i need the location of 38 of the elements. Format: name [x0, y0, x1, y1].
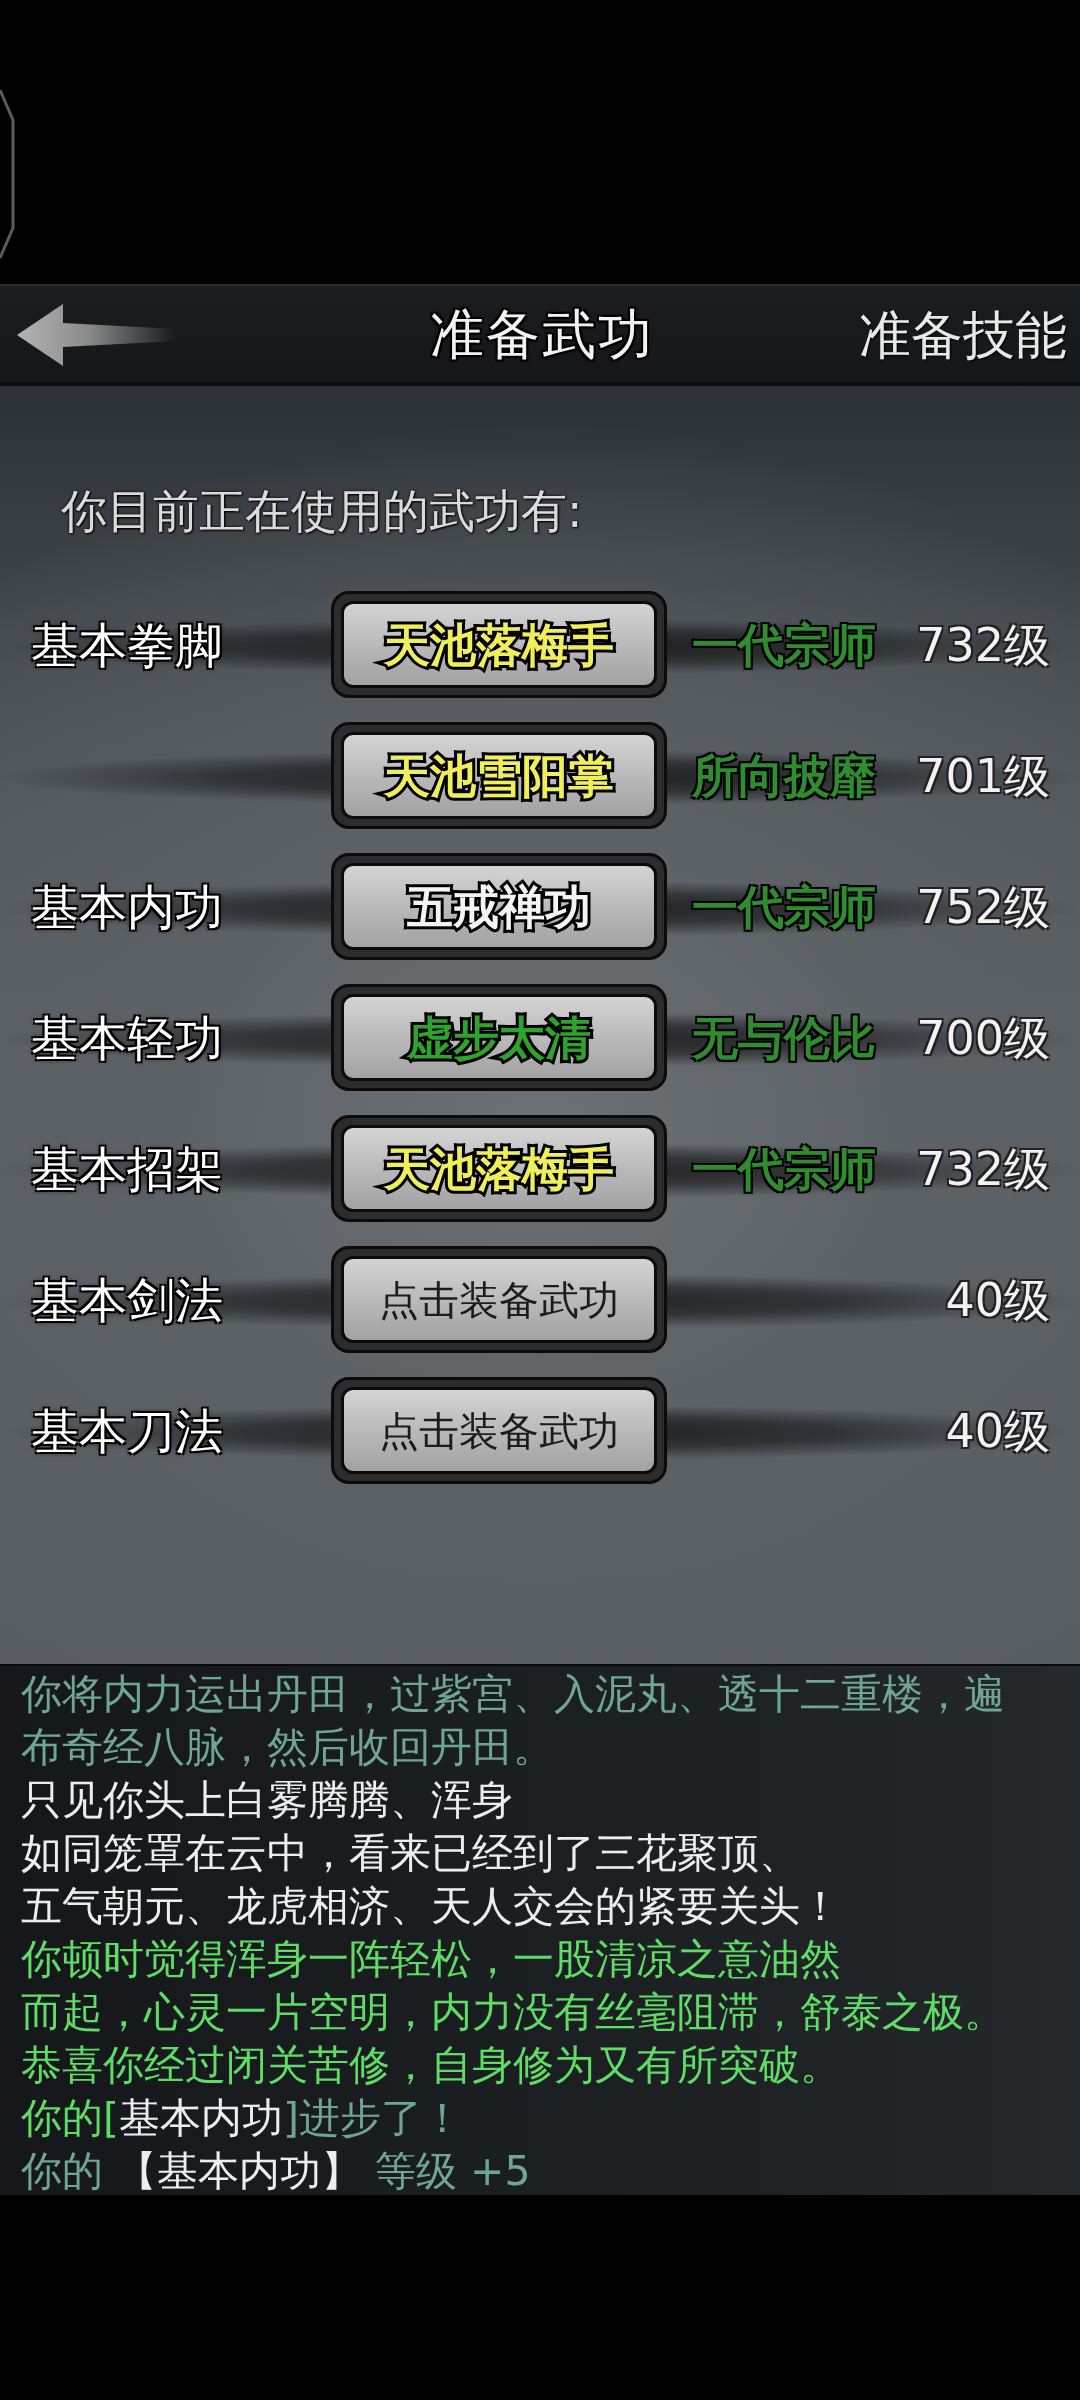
rank-title: 一代宗师	[692, 878, 876, 935]
rank-title: 无与伦比	[692, 1009, 876, 1066]
skill-slot-button[interactable]: 天池落梅手	[331, 1115, 667, 1222]
log-message: 你顿时觉得浑身一阵轻松，一股清凉之意油然	[21, 1934, 842, 1985]
rank-title: 所向披靡	[692, 747, 876, 804]
category-label: 基本招架	[31, 1140, 223, 1197]
skill-slot-button[interactable]: 虚步太清	[331, 984, 667, 1091]
skill-level-text: 732级	[916, 616, 1050, 673]
category-label: 基本刀法	[31, 1402, 223, 1459]
skill-slot-button[interactable]: 天池落梅手	[331, 591, 667, 698]
page-title: 准备武功	[428, 302, 655, 367]
intro-text: 你目前正在使用的武功有:	[61, 484, 584, 538]
log-message: 如同笼罩在云中，看来已经到了三花聚顶、	[21, 1828, 801, 1879]
skill-slot-button[interactable]: 天池雪阳掌	[331, 722, 667, 829]
skill-level-text: 752级	[916, 878, 1050, 935]
skill-level-text: 732级	[916, 1140, 1050, 1197]
log-message: 只见你头上白雾腾腾、浑身	[21, 1775, 514, 1826]
category-label: 基本内功	[31, 878, 223, 935]
rank-title: 一代宗师	[692, 616, 876, 673]
category-label: 基本剑法	[31, 1271, 223, 1328]
rank-title: 一代宗师	[692, 1140, 876, 1197]
equip-slot-button[interactable]: 点击装备武功	[331, 1377, 667, 1484]
skill-level-text: 40级	[945, 1271, 1050, 1328]
log-message: 你的[基本内功]进步了！	[21, 2093, 464, 2144]
skill-level-text: 701级	[916, 747, 1050, 804]
category-label: 基本轻功	[31, 1009, 223, 1066]
log-message: 你的 【基本内功】 等级 +5	[21, 2146, 532, 2197]
skill-level-text: 40级	[945, 1402, 1050, 1459]
outline-edge-icon	[0, 88, 16, 260]
prepare-skills-button[interactable]: 准备技能	[859, 302, 1067, 367]
log-message: 五气朝元、龙虎相济、天人交会的紧要关头！	[21, 1881, 842, 1932]
category-label: 基本拳脚	[31, 616, 223, 673]
log-message: 你将内力运出丹田，过紫宫、入泥丸、透十二重楼，遍布奇经八脉，然后收回丹田。	[21, 1669, 1006, 1773]
skill-level-text: 700级	[916, 1009, 1050, 1066]
log-message: 而起，心灵一片空明，内力没有丝毫阻滞，舒泰之极。	[21, 1987, 1006, 2038]
skill-slot-button[interactable]: 五戒禅功	[331, 853, 667, 960]
equip-slot-button[interactable]: 点击装备武功	[331, 1246, 667, 1353]
log-message: 恭喜你经过闭关苦修，自身修为又有所突破。	[21, 2040, 842, 2091]
